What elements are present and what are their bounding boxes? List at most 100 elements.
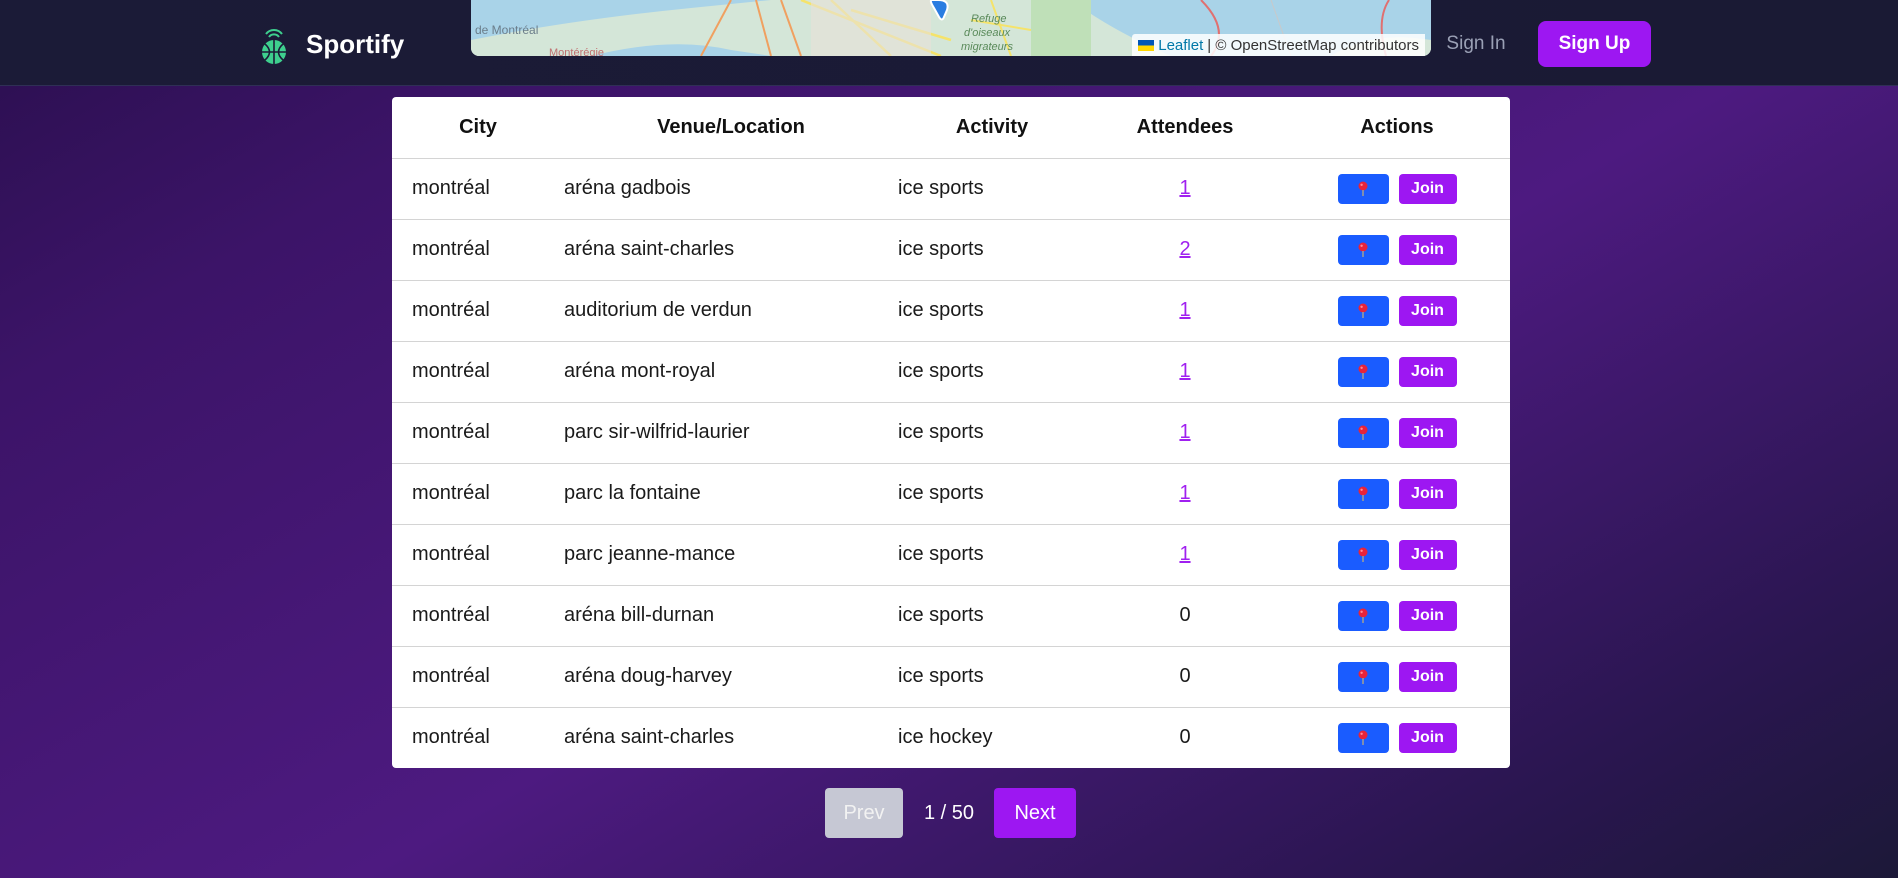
attendees-link[interactable]: 1 — [1179, 299, 1190, 321]
map-pin-icon — [1358, 486, 1368, 501]
cell-city: montréal — [392, 463, 564, 525]
cell-actions: Join — [1284, 707, 1510, 768]
cell-actions: Join — [1284, 646, 1510, 708]
cell-actions: Join — [1284, 463, 1510, 525]
cell-venue: aréna mont-royal — [564, 341, 898, 403]
join-button[interactable]: Join — [1398, 356, 1457, 387]
cell-attendees: 0 — [1086, 585, 1284, 647]
brand-name: Sportify — [306, 28, 405, 59]
cell-city: montréal — [392, 585, 564, 647]
map-pin-icon — [1358, 242, 1368, 257]
row-actions: Join — [1337, 722, 1457, 753]
header-actions: Actions — [1284, 97, 1510, 159]
cell-venue: aréna saint-charles — [564, 219, 898, 281]
cell-city: montréal — [392, 341, 564, 403]
cell-activity: ice sports — [898, 158, 1086, 220]
attendees-link[interactable]: 1 — [1179, 543, 1190, 565]
map-pin-icon — [1358, 730, 1368, 745]
cell-attendees: 0 — [1086, 707, 1284, 768]
show-on-map-button[interactable] — [1337, 417, 1389, 448]
attendees-link[interactable]: 2 — [1179, 238, 1190, 260]
show-on-map-button[interactable] — [1337, 173, 1389, 204]
row-actions: Join — [1337, 234, 1457, 265]
show-on-map-button[interactable] — [1337, 295, 1389, 326]
show-on-map-button[interactable] — [1337, 539, 1389, 570]
cell-venue: aréna gadbois — [564, 158, 898, 220]
map-widget[interactable]: de Montréal Montérégie Refuge d'oiseaux … — [471, 0, 1431, 56]
map-pin-icon — [1358, 669, 1368, 684]
join-button[interactable]: Join — [1398, 417, 1457, 448]
join-button[interactable]: Join — [1398, 478, 1457, 509]
map-pin-icon — [1358, 303, 1368, 318]
cell-actions: Join — [1284, 524, 1510, 586]
attendees-link[interactable]: 1 — [1179, 482, 1190, 504]
join-button[interactable]: Join — [1398, 600, 1457, 631]
map-label: d'oiseaux — [964, 27, 1011, 39]
cell-city: montréal — [392, 219, 564, 281]
header-activity: Activity — [898, 97, 1086, 159]
row-actions: Join — [1337, 539, 1457, 570]
map-pin-icon — [1358, 608, 1368, 623]
table-row: montréal aréna bill-durnan ice sports 0 Join — [392, 585, 1510, 647]
row-actions: Join — [1337, 417, 1457, 448]
row-actions: Join — [1337, 173, 1457, 204]
table-row: montréal aréna gadbois ice sports 1 Join — [392, 158, 1510, 220]
table-row: montréal parc jeanne-mance ice sports 1 Join — [392, 524, 1510, 586]
join-button[interactable]: Join — [1398, 722, 1457, 753]
cell-venue: aréna saint-charles — [564, 726, 735, 749]
sign-up-button[interactable]: Sign Up — [1538, 21, 1651, 67]
attendees-count: 0 — [1179, 665, 1191, 687]
cell-venue: auditorium de verdun — [564, 280, 898, 342]
map-pin-icon — [1358, 547, 1368, 562]
row-actions: Join — [1337, 478, 1457, 509]
show-on-map-button[interactable] — [1337, 600, 1389, 631]
brand[interactable]: Sportify — [256, 22, 404, 66]
table-row: montréal parc sir-wilfrid-laurier ice spor… — [392, 402, 1510, 464]
attendees-link[interactable]: 1 — [1179, 177, 1190, 199]
table-row: montréal aréna doug-harvey ice sports 0 Join — [392, 646, 1510, 708]
attendees-count: 0 — [1179, 604, 1191, 626]
prev-button[interactable]: Prev — [825, 788, 903, 838]
sign-in-link[interactable]: Sign In — [1441, 22, 1511, 66]
row-actions: Join — [1337, 661, 1457, 692]
cell-actions: Join — [1284, 341, 1510, 403]
top-navbar: Sportify de Montréal Montérégie Refuge d… — [0, 0, 1898, 86]
cell-activity: ice sports — [898, 280, 1086, 342]
join-button[interactable]: Join — [1398, 234, 1457, 265]
show-on-map-button[interactable] — [1337, 356, 1389, 387]
osm-attribution: | © OpenStreetMap contributors — [1207, 36, 1419, 54]
pagination: Prev 1 / 50 Next — [0, 788, 1898, 838]
cell-city: montréal — [392, 280, 564, 342]
map-label: Refuge — [971, 13, 1006, 25]
join-button[interactable]: Join — [1398, 173, 1457, 204]
map-attribution: Leaflet | © OpenStreetMap contributors — [1132, 34, 1425, 56]
cell-city: montréal — [392, 646, 564, 708]
leaflet-link[interactable]: Leaflet — [1158, 37, 1203, 54]
cell-attendees: 1 — [1086, 158, 1284, 220]
map-pin-icon — [1358, 425, 1368, 440]
table-row: montréal parc la fontaine ice sports 1 Join — [392, 463, 1510, 525]
cell-attendees: 1 — [1086, 463, 1284, 525]
show-on-map-button[interactable] — [1337, 722, 1389, 753]
cell-actions: Join — [1284, 219, 1510, 281]
attendees-link[interactable]: 1 — [1179, 360, 1190, 382]
cell-actions: Join — [1284, 158, 1510, 220]
events-table-card: City Venue/Location Activity Attendees A… — [392, 97, 1510, 768]
join-button[interactable]: Join — [1398, 661, 1457, 692]
join-button[interactable]: Join — [1398, 295, 1457, 326]
map-label: de Montréal — [475, 23, 538, 37]
header-venue: Venue/Location — [564, 97, 898, 159]
next-button[interactable]: Next — [994, 788, 1076, 838]
cell-venue: parc la fontaine — [564, 463, 898, 525]
join-button[interactable]: Join — [1398, 539, 1457, 570]
cell-city: montréal — [392, 402, 564, 464]
show-on-map-button[interactable] — [1337, 661, 1389, 692]
show-on-map-button[interactable] — [1337, 234, 1389, 265]
attendees-link[interactable]: 1 — [1179, 421, 1190, 443]
table-row: montréal auditorium de verdun ice sports 1 J… — [392, 280, 1510, 342]
ukraine-flag-icon — [1138, 39, 1155, 51]
show-on-map-button[interactable] — [1337, 478, 1389, 509]
basketball-signal-icon — [256, 22, 292, 66]
row-actions: Join — [1337, 600, 1457, 631]
header-attendees: Attendees — [1086, 97, 1284, 159]
